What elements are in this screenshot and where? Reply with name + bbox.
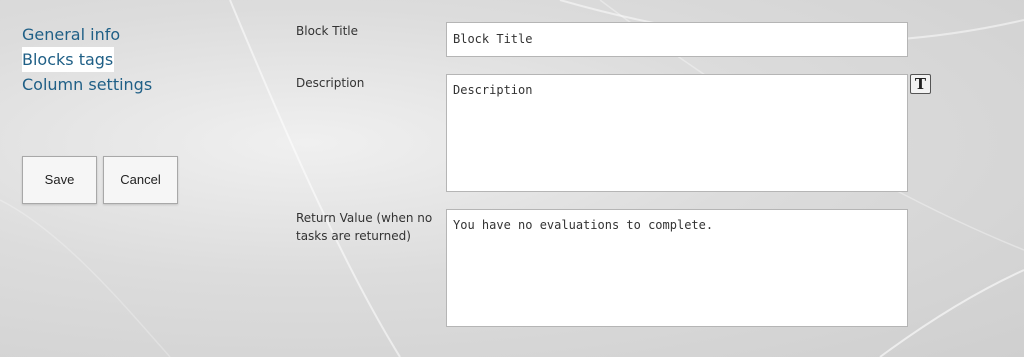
block-title-input[interactable]: Block Title: [446, 22, 908, 57]
return-value-textarea[interactable]: You have no evaluations to complete.: [446, 209, 908, 327]
save-button[interactable]: Save: [22, 156, 97, 204]
settings-nav: General info Blocks tags Column settings: [22, 22, 152, 97]
cancel-button[interactable]: Cancel: [103, 156, 178, 204]
block-title-label: Block Title: [296, 24, 358, 38]
nav-item-general-info[interactable]: General info: [22, 22, 152, 47]
nav-item-blocks-tags[interactable]: Blocks tags: [22, 47, 115, 72]
return-value-label: Return Value (when no tasks are returned…: [296, 211, 433, 243]
description-textarea[interactable]: Description: [446, 74, 908, 192]
description-label: Description: [296, 76, 365, 90]
text-format-icon[interactable]: T: [910, 74, 931, 94]
nav-item-column-settings[interactable]: Column settings: [22, 72, 152, 97]
